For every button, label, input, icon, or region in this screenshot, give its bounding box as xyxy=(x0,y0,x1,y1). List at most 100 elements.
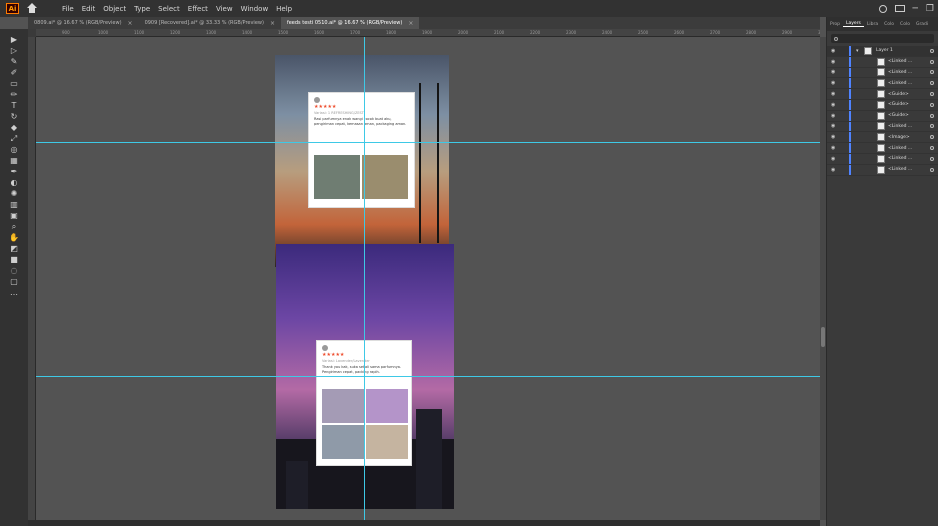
shape-builder-icon[interactable]: ◎ xyxy=(9,145,19,154)
more-tools-icon[interactable]: … xyxy=(9,288,19,297)
layer-name[interactable]: <Guide> xyxy=(888,92,909,97)
document-tab[interactable]: 0909 [Recovered].ai* @ 33.33 % (RGB/Prev… xyxy=(138,17,281,29)
layer-target-icon[interactable] xyxy=(930,167,934,172)
layer-name[interactable]: <Linked ... xyxy=(888,70,912,75)
zoom-tool-icon[interactable]: ⌕ xyxy=(9,222,19,231)
layer-name[interactable]: <Image> xyxy=(888,135,910,140)
horizontal-guide[interactable] xyxy=(36,376,820,377)
visibility-eye-icon[interactable]: ◉ xyxy=(831,145,837,151)
layer-row[interactable]: ◉ <Linked ... xyxy=(827,67,938,79)
layer-target-icon[interactable] xyxy=(930,92,934,97)
visibility-eye-icon[interactable]: ◉ xyxy=(831,156,837,162)
layer-name[interactable]: <Guide> xyxy=(888,113,909,118)
visibility-eye-icon[interactable]: ◉ xyxy=(831,80,837,86)
layer-target-icon[interactable] xyxy=(930,70,934,75)
eyedropper-tool-icon[interactable]: ✒ xyxy=(9,167,19,176)
horizontal-guide[interactable] xyxy=(36,142,820,143)
menu-window[interactable]: Window xyxy=(237,5,273,13)
scrollbar-thumb[interactable] xyxy=(821,327,825,347)
hand-tool-icon[interactable]: ✋ xyxy=(9,233,19,242)
panel-tab-gradi[interactable]: Gradi xyxy=(913,22,931,27)
close-icon[interactable]: × xyxy=(270,20,275,27)
layer-row[interactable]: ◉ <Linked ... xyxy=(827,56,938,68)
layer-target-icon[interactable] xyxy=(930,146,934,151)
blend-tool-icon[interactable]: ◐ xyxy=(9,178,19,187)
layer-target-icon[interactable] xyxy=(930,102,934,107)
layer-row[interactable]: ◉ <Linked ... xyxy=(827,121,938,133)
layer-row[interactable]: ◉ <Guide> xyxy=(827,99,938,111)
graph-tool-icon[interactable]: ▥ xyxy=(9,200,19,209)
layer-name[interactable]: <Linked ... xyxy=(888,167,912,172)
canvas[interactable]: ★★★★★ Variasi: 1 REFRESHING/ZEST Rasi pa… xyxy=(36,37,820,520)
layer-target-icon[interactable] xyxy=(930,156,934,161)
layers-search-field[interactable] xyxy=(831,34,934,43)
home-icon[interactable] xyxy=(26,2,38,15)
panel-tab-colo[interactable]: Colo xyxy=(881,22,897,27)
horizontal-ruler[interactable]: 900 1000 1100 1200 1300 1400 1500 1600 1700 1800 1… xyxy=(36,29,820,37)
artboard-1[interactable]: ★★★★★ Variasi: 1 REFRESHING/ZEST Rasi pa… xyxy=(275,55,449,267)
type-tool-icon[interactable]: T xyxy=(9,101,19,110)
fill-stroke-icon[interactable]: ◩ xyxy=(9,244,19,253)
layer-row[interactable]: ◉ <Guide> xyxy=(827,89,938,100)
menu-help[interactable]: Help xyxy=(272,5,296,13)
artboard-tool-icon[interactable]: ▣ xyxy=(9,211,19,220)
layer-row[interactable]: ◉ <Guide> xyxy=(827,110,938,122)
panel-tab-prop[interactable]: Prop xyxy=(827,22,843,27)
layer-name[interactable]: <Linked ... xyxy=(888,81,912,86)
rotate-tool-icon[interactable]: ↻ xyxy=(9,112,19,121)
restore-icon[interactable]: ❐ xyxy=(926,4,934,14)
draw-mode-icon[interactable]: ◌ xyxy=(9,266,19,275)
search-icon[interactable] xyxy=(878,4,887,13)
layer-name[interactable]: <Linked ... xyxy=(888,146,912,151)
menu-effect[interactable]: Effect xyxy=(184,5,212,13)
visibility-eye-icon[interactable]: ◉ xyxy=(831,69,837,75)
panel-tab-layers[interactable]: Layers xyxy=(843,21,864,27)
layer-row[interactable]: ◉ ▾ Layer 1 xyxy=(827,46,938,57)
menu-view[interactable]: View xyxy=(212,5,237,13)
symbol-sprayer-icon[interactable]: ✺ xyxy=(9,189,19,198)
vertical-guide[interactable] xyxy=(364,37,365,520)
close-icon[interactable]: × xyxy=(128,20,133,27)
document-tab[interactable]: feeds testi 0510.ai* @ 16.67 % (RGB/Prev… xyxy=(280,17,420,29)
layer-name[interactable]: <Guide> xyxy=(888,102,909,107)
menu-type[interactable]: Type xyxy=(130,5,154,13)
color-mode-icon[interactable]: ■ xyxy=(9,255,19,264)
layer-row[interactable]: ◉ <Linked ... xyxy=(827,164,938,176)
close-icon[interactable]: × xyxy=(408,20,413,27)
layer-name[interactable]: <Linked ... xyxy=(888,59,912,64)
expand-caret-icon[interactable]: ▾ xyxy=(856,48,859,54)
menu-edit[interactable]: Edit xyxy=(78,5,100,13)
panel-tab-colo[interactable]: Colo xyxy=(897,22,913,27)
visibility-eye-icon[interactable]: ◉ xyxy=(831,91,837,97)
menu-select[interactable]: Select xyxy=(154,5,184,13)
menu-file[interactable]: File xyxy=(58,5,78,13)
scale-tool-icon[interactable]: ⤢ xyxy=(9,134,19,143)
layer-name[interactable]: <Linked ... xyxy=(888,124,912,129)
rectangle-tool-icon[interactable]: ▭ xyxy=(9,79,19,88)
layer-row[interactable]: ◉ <Linked ... xyxy=(827,153,938,165)
visibility-eye-icon[interactable]: ◉ xyxy=(831,123,837,129)
vertical-ruler[interactable] xyxy=(28,37,36,520)
layer-row[interactable]: ◉ <Image> xyxy=(827,132,938,144)
selection-tool-icon[interactable]: ▶ xyxy=(9,35,19,44)
pencil-tool-icon[interactable]: ✏ xyxy=(9,90,19,99)
minimize-icon[interactable]: ─ xyxy=(913,4,918,14)
visibility-eye-icon[interactable]: ◉ xyxy=(831,134,837,140)
visibility-eye-icon[interactable]: ◉ xyxy=(831,113,837,119)
ruler-origin[interactable] xyxy=(28,29,36,37)
review-card-1[interactable]: ★★★★★ Variasi: 1 REFRESHING/ZEST Rasi pa… xyxy=(308,92,415,208)
visibility-eye-icon[interactable]: ◉ xyxy=(831,102,837,108)
visibility-eye-icon[interactable]: ◉ xyxy=(831,59,837,65)
layer-row[interactable]: ◉ <Linked ... xyxy=(827,143,938,154)
visibility-eye-icon[interactable]: ◉ xyxy=(831,48,837,54)
visibility-eye-icon[interactable]: ◉ xyxy=(831,167,837,173)
screen-mode-icon[interactable]: ▢ xyxy=(9,277,19,286)
layer-row[interactable]: ◉ <Linked ... xyxy=(827,78,938,90)
eraser-tool-icon[interactable]: ◆ xyxy=(9,123,19,132)
brush-tool-icon[interactable]: ✐ xyxy=(9,68,19,77)
layer-target-icon[interactable] xyxy=(930,48,934,53)
direct-selection-tool-icon[interactable]: ▷ xyxy=(9,46,19,55)
document-tab[interactable]: 0809.ai* @ 16.67 % (RGB/Preview) × xyxy=(28,17,139,29)
layer-target-icon[interactable] xyxy=(930,135,934,140)
layer-target-icon[interactable] xyxy=(930,124,934,129)
